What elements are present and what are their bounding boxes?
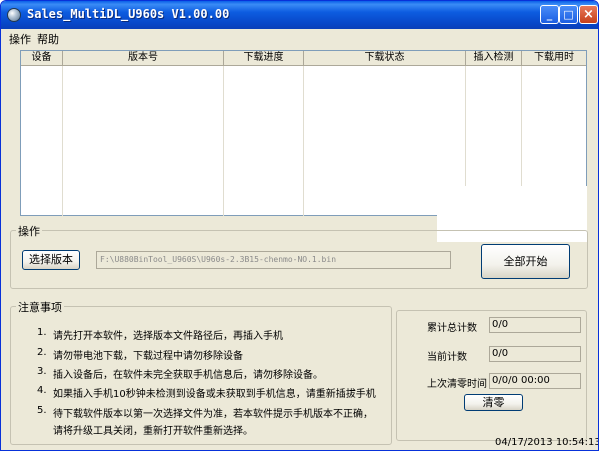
column-header-device[interactable]: 设备 [21, 51, 63, 65]
column-divider [223, 66, 224, 216]
clear-button[interactable]: 清零 [464, 394, 523, 411]
close-button[interactable]: × [579, 5, 598, 24]
note-number: 1. [37, 327, 47, 338]
menu-operation[interactable]: 操作 [9, 31, 31, 47]
start-all-button[interactable]: 全部开始 [481, 244, 570, 279]
menu-bar: 操作 帮助 [1, 29, 598, 47]
window-title: Sales_MultiDL_U960s V1.00.00 [27, 7, 230, 21]
maximize-button[interactable]: □ [559, 5, 578, 24]
file-path-field[interactable]: F:\U880BinTool_U960S\U960s-2.3B15-chenmo… [96, 251, 451, 269]
current-count-field: 0/0 [489, 346, 581, 362]
menu-help[interactable]: 帮助 [37, 31, 59, 47]
last-clear-time-label: 上次清零时间 [427, 379, 487, 390]
title-bar[interactable]: Sales_MultiDL_U960s V1.00.00 _ □ × [1, 1, 598, 29]
operation-group-label: 操作 [16, 223, 42, 239]
column-divider [62, 66, 63, 216]
status-timestamp: 04/17/2013 10:54:13 [495, 437, 599, 448]
column-header-status[interactable]: 下载状态 [304, 51, 466, 65]
notes-group-label: 注意事项 [16, 299, 64, 315]
column-header-insert-detect[interactable]: 插入检测 [466, 51, 522, 65]
column-header-progress[interactable]: 下载进度 [224, 51, 304, 65]
list-header: 设备 版本号 下载进度 下载状态 插入检测 下载用时 [21, 51, 586, 66]
minimize-button[interactable]: _ [540, 5, 559, 24]
note-text: 如果插入手机10秒钟未检测到设备或未获取到手机信息，请重新插拔手机 [53, 389, 376, 400]
app-icon [7, 8, 21, 22]
note-text: 请勿带电池下载，下载过程中请勿移除设备 [53, 351, 243, 362]
total-count-label: 累计总计数 [427, 323, 477, 334]
current-count-label: 当前计数 [427, 352, 467, 363]
note-number: 5. [37, 405, 47, 416]
note-number: 3. [37, 366, 47, 377]
column-header-elapsed[interactable]: 下载用时 [522, 51, 586, 65]
note-number: 4. [37, 385, 47, 396]
total-count-field: 0/0 [489, 317, 581, 333]
column-header-version[interactable]: 版本号 [63, 51, 224, 65]
select-version-button[interactable]: 选择版本 [22, 250, 80, 270]
last-clear-time-field: 0/0/0 00:00 [489, 373, 581, 389]
note-text: 待下载软件版本以第一次选择文件为准，若本软件提示手机版本不正确， [53, 409, 373, 420]
note-text-continuation: 请将升级工具关闭，重新打开软件重新选择。 [53, 426, 253, 437]
main-window: Sales_MultiDL_U960s V1.00.00 _ □ × 操作 帮助… [0, 0, 599, 451]
column-divider [303, 66, 304, 216]
note-number: 2. [37, 347, 47, 358]
note-text: 插入设备后，在软件未完全获取手机信息后，请勿移除设备。 [53, 370, 323, 381]
note-text: 请先打开本软件，选择版本文件路径后，再插入手机 [53, 331, 283, 342]
